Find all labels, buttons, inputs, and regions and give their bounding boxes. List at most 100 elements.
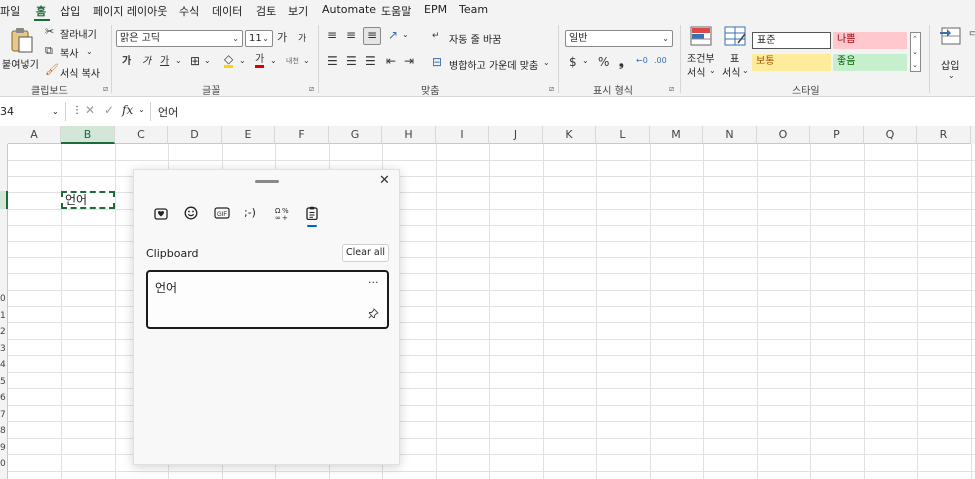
column-header-q[interactable]: Q [864, 126, 917, 144]
menu-file[interactable]: 파일 [0, 3, 20, 19]
column-header-j[interactable]: J [489, 126, 543, 144]
row-header[interactable]: 0 [0, 292, 6, 306]
increase-decimal-icon[interactable]: ←0 [636, 54, 648, 68]
menu-formulas[interactable]: 수식 [179, 3, 199, 19]
formula-input[interactable]: 언어 [158, 104, 178, 120]
style-neutral[interactable]: 보통 [752, 54, 831, 71]
tab-symbols-icon[interactable]: Ω% ∞ + [275, 206, 289, 224]
menu-epm[interactable]: EPM [424, 3, 447, 16]
pin-icon[interactable] [368, 308, 379, 322]
align-bottom-icon[interactable]: ≡ [363, 27, 381, 45]
chevron-down-icon[interactable]: ⌄ [86, 45, 93, 59]
active-cell-b[interactable]: 언어 [61, 191, 115, 209]
chevron-down-icon[interactable]: ⌄ [138, 103, 145, 117]
grow-font-button[interactable]: 가 [277, 31, 287, 45]
increase-indent-icon[interactable]: ⇥ [404, 54, 414, 68]
style-good[interactable]: 좋음 [833, 54, 907, 71]
align-center-icon[interactable]: ☰ [346, 54, 357, 68]
font-launcher-icon[interactable]: ⧄ [309, 84, 314, 94]
row-header[interactable]: 4 [0, 358, 6, 372]
border-icon[interactable]: ⊞ [190, 54, 200, 68]
cancel-entry-icon[interactable]: ✕ [85, 103, 95, 117]
phonetic-guide-button[interactable]: 내천 [286, 54, 299, 68]
font-name-select[interactable]: 맑은 고딕 ⌄ [116, 30, 243, 47]
row-header[interactable]: 5 [0, 375, 6, 389]
menu-data[interactable]: 데이터 [212, 3, 242, 19]
row-header[interactable]: 1 [0, 309, 6, 323]
column-header-i[interactable]: I [436, 126, 489, 144]
row-header-selected[interactable] [0, 191, 8, 209]
styles-gallery-scroll[interactable]: ⌃ ⌄ ⌄ [910, 32, 921, 72]
confirm-entry-icon[interactable]: ✓ [104, 103, 114, 117]
chevron-down-icon[interactable]: ⌄ [175, 54, 182, 68]
bold-button[interactable]: 가 [122, 55, 131, 69]
decrease-indent-icon[interactable]: ⇤ [386, 54, 396, 68]
font-color-button[interactable]: 가 [255, 54, 265, 68]
row-header[interactable]: 8 [0, 424, 6, 438]
tab-favorites-heart-icon[interactable] [154, 206, 168, 224]
column-header-k[interactable]: K [543, 126, 596, 144]
number-format-select[interactable]: 일반 ⌄ [565, 30, 673, 47]
currency-icon[interactable]: $ [569, 55, 577, 69]
underline-button[interactable]: 가 [160, 55, 169, 69]
row-header[interactable]: 6 [0, 391, 6, 405]
merge-center-button[interactable]: 병합하고 가운데 맞춤 [449, 57, 538, 72]
alignment-launcher-icon[interactable]: ⧄ [549, 84, 554, 94]
format-as-table-button[interactable]: 표 서식 ⌄ [720, 25, 750, 79]
more-options-button[interactable]: ··· [368, 276, 379, 289]
menu-automate[interactable]: Automate [322, 3, 376, 16]
align-middle-icon[interactable]: ≡ [346, 28, 356, 42]
fill-color-icon[interactable]: ◇ [224, 53, 234, 68]
row-header[interactable]: 0 [0, 457, 6, 471]
align-left-icon[interactable]: ☰ [327, 54, 338, 68]
cut-button[interactable]: 잘라내기 [60, 26, 97, 41]
menu-view[interactable]: 보기 [288, 3, 308, 19]
name-box[interactable]: 34 ⌄ [0, 102, 66, 121]
format-painter-button[interactable]: 서식 복사 [60, 65, 100, 80]
font-size-select[interactable]: 11 ⌄ [245, 30, 273, 47]
column-header-h[interactable]: H [382, 126, 436, 144]
chevron-down-icon[interactable]: ⌄ [402, 28, 409, 42]
column-header-g[interactable]: G [329, 126, 382, 144]
insert-cells-button[interactable]: 삽입 ⌄ [937, 25, 967, 80]
orientation-icon[interactable]: ↗ [388, 28, 398, 42]
insert-function-button[interactable]: fx [122, 103, 133, 117]
row-header[interactable]: 2 [0, 325, 6, 339]
style-normal[interactable]: 표준 [752, 32, 831, 49]
number-launcher-icon[interactable]: ⧄ [669, 84, 674, 94]
column-header-f[interactable]: F [275, 126, 329, 144]
column-header-p[interactable]: P [810, 126, 864, 144]
menu-help[interactable]: 도움말 [381, 3, 411, 19]
chevron-down-icon[interactable]: ⌄ [52, 102, 59, 121]
decrease-decimal-icon[interactable]: .00 [654, 54, 667, 68]
tab-clipboard-icon[interactable] [305, 206, 319, 224]
copy-button[interactable]: 복사 [60, 45, 78, 60]
tab-kaomoji[interactable]: ;-) [244, 206, 256, 219]
chevron-down-icon[interactable]: ⌄ [303, 54, 310, 68]
wrap-text-button[interactable]: 자동 줄 바꿈 [449, 31, 501, 46]
column-header-m[interactable]: M [650, 126, 703, 144]
align-top-icon[interactable]: ≡ [327, 28, 337, 42]
paste-button[interactable]: 붙여넣기 [2, 25, 40, 71]
column-header-o[interactable]: O [757, 126, 810, 144]
clipboard-launcher-icon[interactable]: ⧄ [103, 84, 108, 94]
italic-button[interactable]: 가 [142, 55, 151, 69]
percent-icon[interactable]: % [598, 55, 609, 69]
style-bad[interactable]: 나쁨 [833, 32, 907, 49]
chevron-down-icon[interactable]: ⌄ [239, 54, 246, 68]
menu-review[interactable]: 검토 [256, 3, 276, 19]
menu-home[interactable]: 홈 [36, 3, 46, 19]
tab-emoji-icon[interactable] [184, 206, 198, 224]
more-icon[interactable]: ⌄ [912, 58, 918, 72]
column-header-a[interactable]: A [8, 126, 61, 144]
close-icon[interactable]: ✕ [379, 173, 390, 188]
comma-style-icon[interactable]: ❟ [619, 55, 624, 69]
column-header-c[interactable]: C [115, 126, 168, 144]
column-header-l[interactable]: L [596, 126, 650, 144]
tab-gif-icon[interactable]: GIF [214, 206, 230, 224]
chevron-down-icon[interactable]: ⌄ [270, 54, 277, 68]
clear-all-button[interactable]: Clear all [342, 244, 389, 262]
chevron-down-icon[interactable]: ⌄ [582, 54, 589, 68]
menu-page-layout[interactable]: 페이지 레이아웃 [93, 3, 167, 19]
column-header-b[interactable]: B [61, 126, 115, 144]
